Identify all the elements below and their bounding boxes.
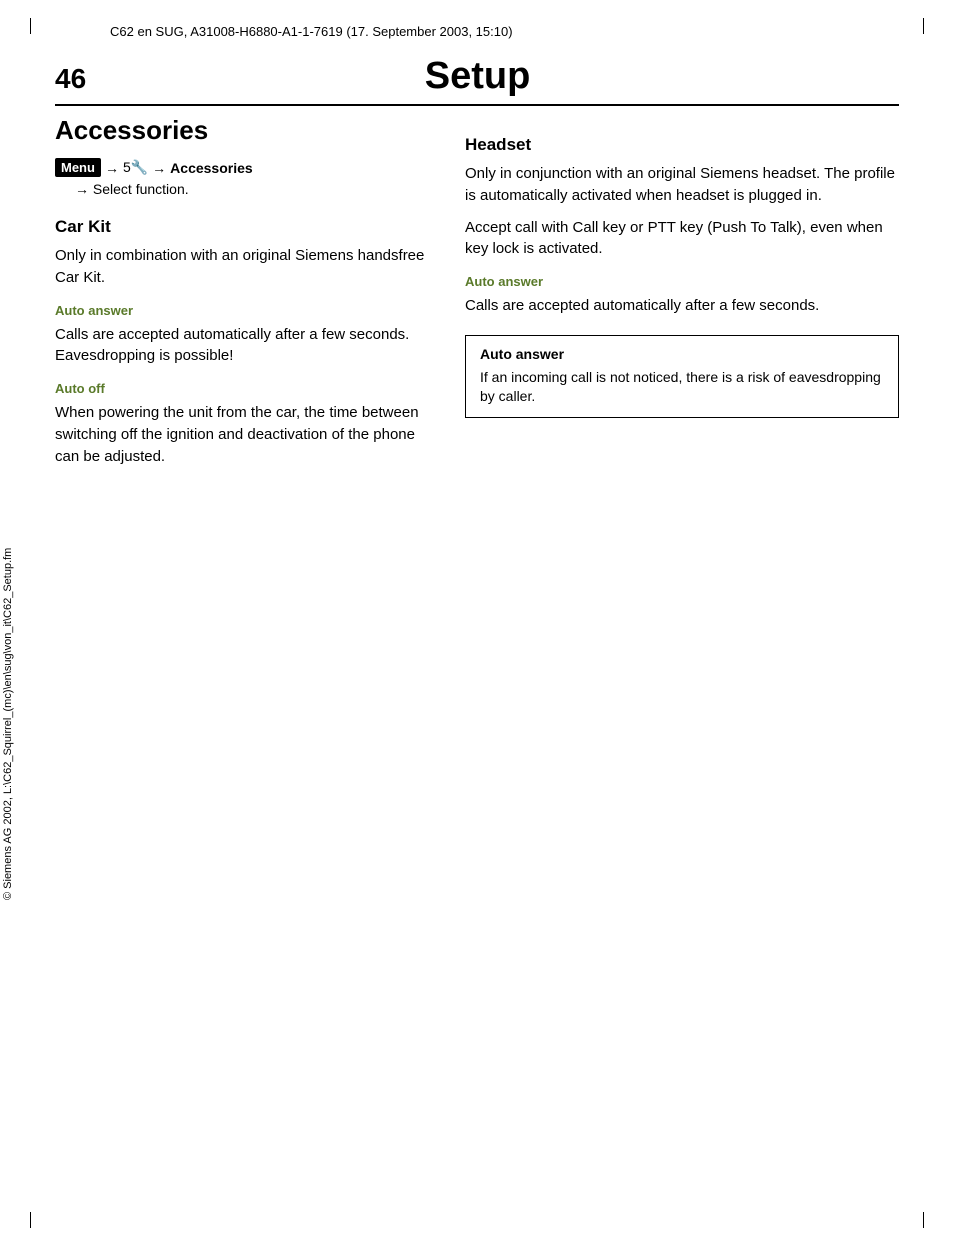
warning-box: Auto answer If an incoming call is not n…: [465, 335, 899, 418]
car-kit-auto-answer-label: Auto answer: [55, 303, 435, 318]
content-area: Accessories Menu → 5🔧 → Accessories → Se…: [55, 115, 899, 1196]
select-function-text: Select function.: [93, 181, 189, 197]
car-kit-auto-answer-text: Calls are accepted automatically after a…: [55, 324, 435, 368]
corner-decoration-tr: [923, 18, 924, 34]
sidebar-copyright: © Siemens AG 2002, L:\C62_Squirrel_(mc)\…: [2, 548, 14, 900]
menu-nav-row: Menu → 5🔧 → Accessories: [55, 158, 435, 177]
headset-body-text2: Accept call with Call key or PTT key (Pu…: [465, 217, 899, 261]
page-title: Setup: [116, 55, 899, 98]
headset-intro-text: Only in conjunction with an original Sie…: [465, 163, 899, 207]
arrow2: →: [152, 160, 166, 176]
menu-nav-select: → Select function.: [75, 181, 435, 197]
left-column: Accessories Menu → 5🔧 → Accessories → Se…: [55, 115, 435, 1196]
page-number: 46: [55, 63, 86, 95]
right-column: Headset Only in conjunction with an orig…: [465, 115, 899, 1196]
page-header: 46 Setup: [55, 55, 899, 106]
warning-box-title: Auto answer: [480, 346, 884, 362]
headset-auto-answer-text: Calls are accepted automatically after a…: [465, 295, 899, 317]
arrow1: →: [105, 160, 119, 176]
car-kit-intro: Only in combination with an original Sie…: [55, 245, 435, 289]
car-kit-auto-off-text: When powering the unit from the car, the…: [55, 402, 435, 467]
car-kit-title: Car Kit: [55, 217, 435, 237]
wrench-icon: 5🔧: [123, 159, 148, 176]
menu-button-label: Menu: [55, 158, 101, 177]
headset-title: Headset: [465, 135, 899, 155]
corner-decoration-br: [923, 1212, 924, 1228]
accessories-destination: Accessories: [170, 160, 253, 176]
accessories-section-title: Accessories: [55, 115, 435, 146]
corner-decoration-tl: [30, 18, 31, 34]
headset-auto-answer-label: Auto answer: [465, 274, 899, 289]
header-meta: C62 en SUG, A31008-H6880-A1-1-7619 (17. …: [110, 24, 513, 39]
select-arrow: →: [75, 181, 93, 197]
warning-box-text: If an incoming call is not noticed, ther…: [480, 368, 884, 407]
car-kit-auto-off-label: Auto off: [55, 381, 435, 396]
corner-decoration-bl: [30, 1212, 31, 1228]
